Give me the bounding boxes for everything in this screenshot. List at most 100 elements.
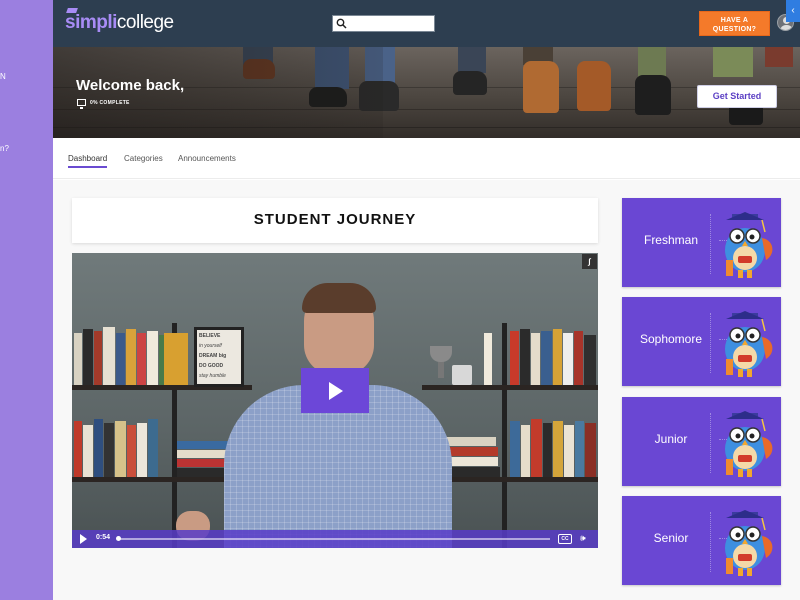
year-label: Senior	[653, 531, 689, 545]
book	[564, 425, 574, 477]
book	[103, 327, 115, 385]
book	[444, 437, 496, 446]
book	[520, 329, 530, 385]
book	[127, 425, 136, 477]
logo-college-text: college	[116, 12, 174, 33]
book	[164, 333, 188, 385]
progress-text: 0% COMPLETE	[90, 100, 130, 106]
sidebar-fragment: N	[0, 72, 6, 81]
banner-shoe	[577, 61, 611, 111]
video-player[interactable]: BELIEVE in yourself DREAM big DO GOOD st…	[72, 253, 598, 548]
tab-categories[interactable]: Categories	[124, 154, 163, 163]
book	[115, 421, 126, 477]
welcome-heading: Welcome back,	[76, 77, 185, 94]
book	[553, 421, 563, 477]
simplicollege-logo[interactable]: simplicollege	[65, 8, 174, 34]
book	[137, 333, 146, 385]
book	[83, 425, 93, 477]
book	[126, 329, 136, 385]
tab-dashboard[interactable]: Dashboard	[68, 154, 108, 168]
book	[563, 333, 573, 385]
year-label: Junior	[654, 432, 688, 446]
play-button[interactable]	[301, 368, 369, 413]
play-icon	[329, 382, 343, 400]
logo-simpli-text: simpli	[65, 12, 117, 33]
book	[177, 459, 231, 467]
book	[575, 421, 584, 477]
book	[74, 421, 82, 477]
student-journey-title: STUDENT JOURNEY	[253, 211, 417, 228]
shelf-post	[502, 323, 507, 548]
mug	[452, 365, 472, 385]
book	[148, 419, 158, 477]
year-label: Freshman	[643, 233, 699, 247]
owl-mascot-icon	[725, 510, 773, 576]
search-box[interactable]	[332, 15, 435, 32]
book	[444, 457, 498, 466]
banner-shoe	[523, 61, 559, 113]
owl-mascot-icon	[725, 311, 773, 377]
avatar-body	[780, 25, 793, 30]
top-navigation-bar: simplicollege HAVE A QUESTION?	[53, 0, 800, 47]
banner-shoe	[635, 75, 671, 115]
book	[74, 333, 82, 385]
book	[116, 333, 125, 385]
frame-text: stay humble	[199, 373, 226, 379]
book	[531, 333, 540, 385]
banner-leg	[638, 47, 666, 77]
volume-icon[interactable]: 🕪	[580, 533, 586, 544]
have-a-question-button[interactable]: HAVE A QUESTION?	[699, 11, 770, 36]
tab-announcements[interactable]: Announcements	[178, 154, 236, 163]
year-card-sophomore[interactable]: Sophomore	[622, 297, 781, 386]
play-icon[interactable]	[80, 534, 87, 544]
shelf-board	[422, 385, 598, 390]
presenter-hair	[302, 283, 376, 313]
book	[510, 331, 519, 385]
search-icon	[336, 18, 347, 29]
frame-text: in yourself	[199, 343, 222, 349]
video-host-logo-icon[interactable]: ∫	[582, 254, 597, 269]
video-progress-track[interactable]	[118, 538, 550, 540]
book	[585, 423, 596, 477]
banner-leg	[713, 47, 753, 77]
book	[94, 331, 102, 385]
owl-mascot-icon	[725, 411, 773, 477]
student-journey-card: STUDENT JOURNEY	[72, 198, 598, 243]
search-input[interactable]	[349, 17, 433, 30]
video-time: 0:54	[96, 534, 111, 541]
sidebar-fragment: n?	[0, 144, 9, 153]
book	[147, 331, 158, 385]
book	[177, 441, 229, 449]
graduation-cap-icon	[66, 8, 78, 13]
year-card-senior[interactable]: Senior	[622, 496, 781, 585]
banner-leg	[765, 47, 793, 67]
book	[541, 331, 552, 385]
frame-text: DO GOOD	[199, 363, 224, 369]
book	[531, 419, 542, 477]
year-label: Sophomore	[639, 332, 703, 346]
owl-mascot-icon	[725, 212, 773, 278]
book	[83, 329, 93, 385]
banner-leg	[458, 47, 486, 73]
captions-button[interactable]: CC	[558, 534, 572, 544]
book	[553, 329, 562, 385]
book	[510, 421, 520, 477]
banner-shoe	[453, 71, 487, 95]
motivational-frame: BELIEVE in yourself DREAM big DO GOOD st…	[194, 327, 244, 387]
year-card-junior[interactable]: Junior	[622, 397, 781, 486]
chevron-left-icon[interactable]: ‹	[786, 0, 800, 22]
video-controls: 0:54 CC 🕪	[72, 530, 598, 548]
dashboard-tabs: Dashboard Categories Announcements	[53, 138, 800, 179]
get-started-button[interactable]: Get Started	[697, 85, 777, 108]
welcome-banner: Welcome back, 0% COMPLETE Get Started	[53, 47, 800, 138]
book	[574, 331, 583, 385]
book	[104, 423, 114, 477]
left-sidebar: N n?	[0, 0, 53, 600]
monitor-icon	[77, 99, 86, 109]
year-card-freshman[interactable]: Freshman	[622, 198, 781, 287]
book	[94, 419, 103, 477]
book	[543, 423, 552, 477]
video-progress-handle[interactable]	[116, 536, 121, 541]
book	[137, 423, 147, 477]
book	[584, 335, 596, 385]
